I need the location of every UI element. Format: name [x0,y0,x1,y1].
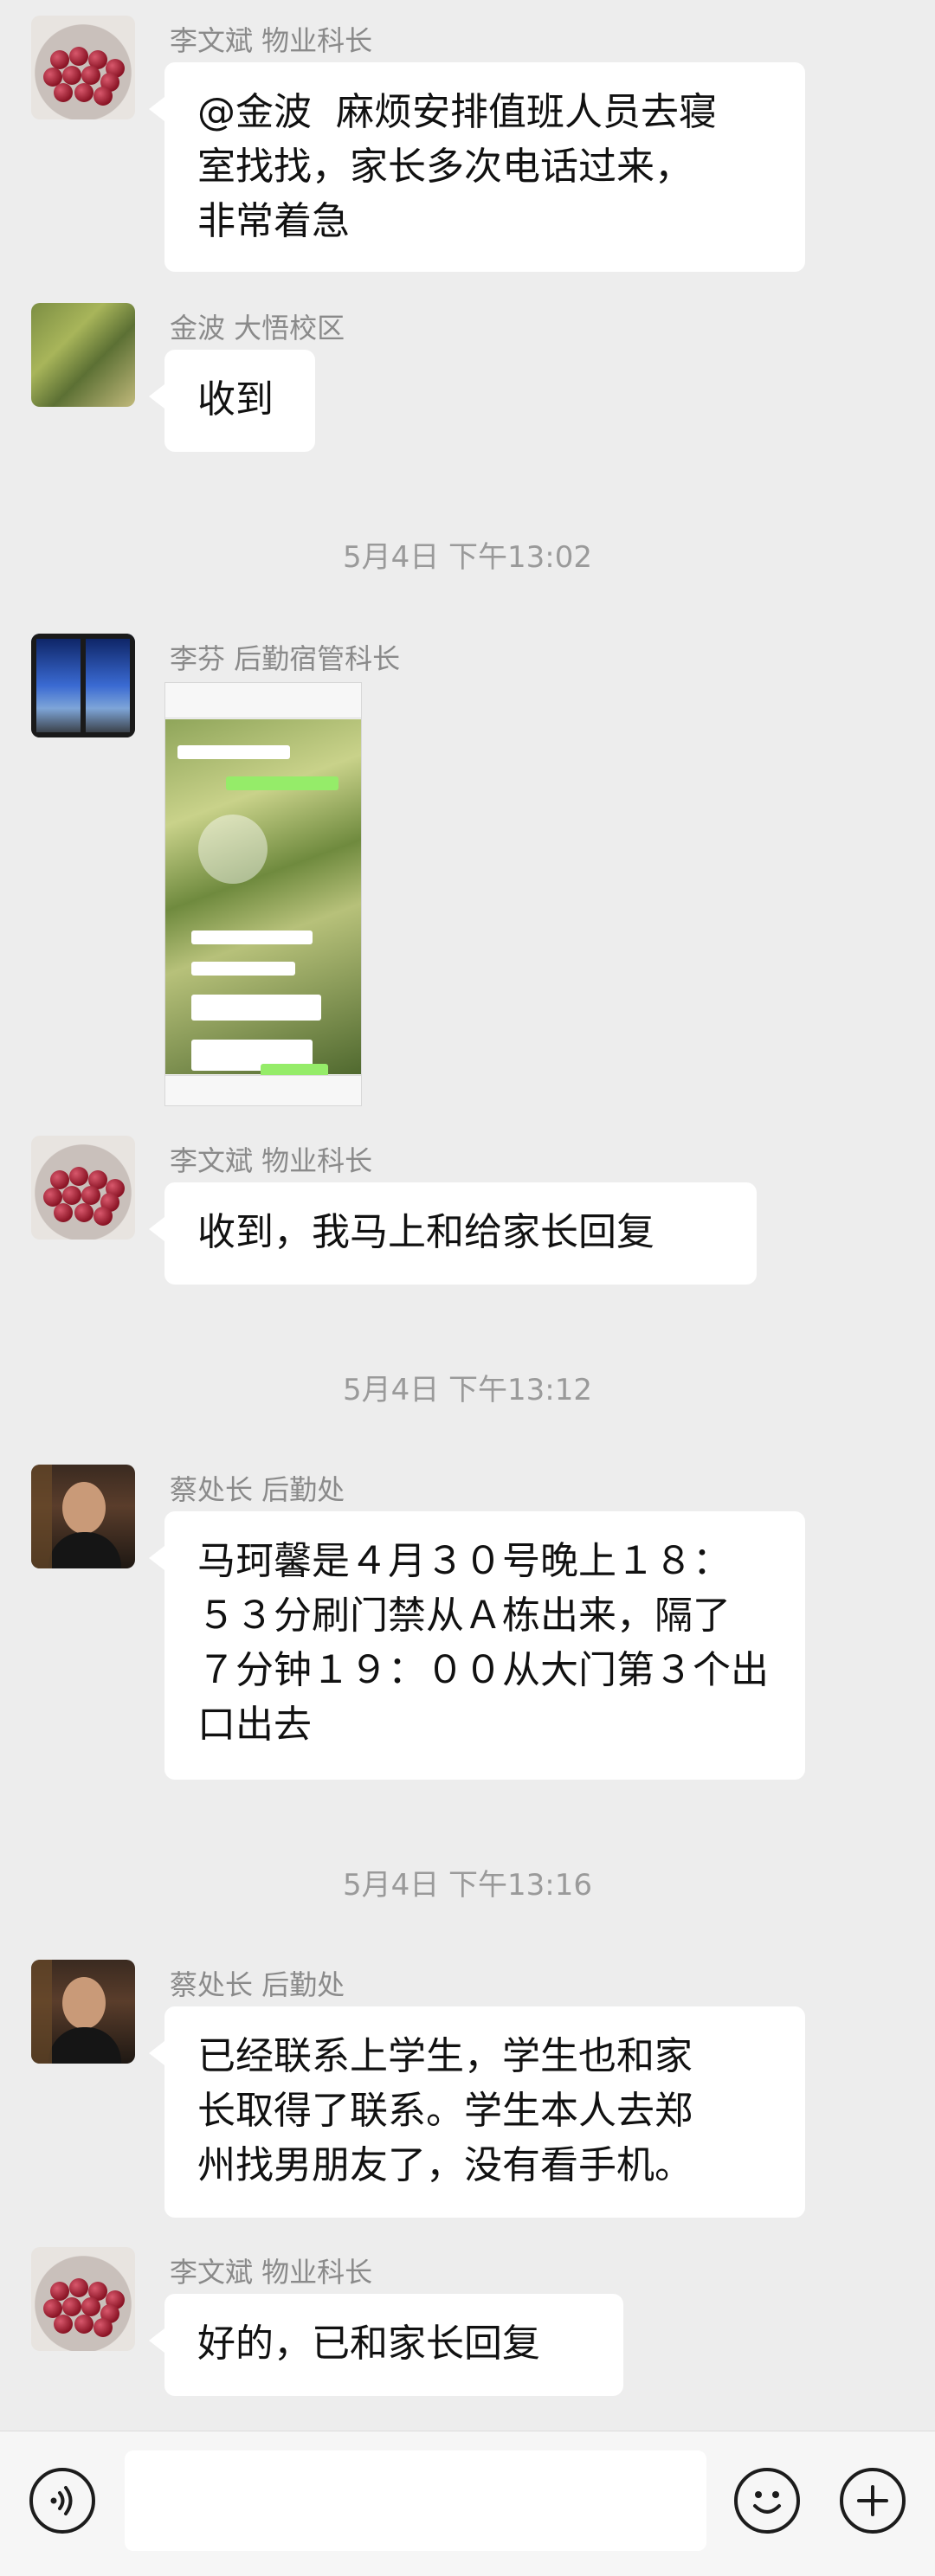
message-input[interactable] [125,2450,706,2551]
message-bubble[interactable]: 好的，已和家长回复 [149,2294,623,2396]
message-text: 已经联系上学生，学生也和家 长取得了联系。学生本人去郑 州找男朋友了，没有看手机… [197,2034,693,2187]
sender-name: 金波 大悟校区 [170,312,345,345]
timestamp: 5月4日 下午13:12 [342,1373,593,1407]
green-plant-avatar-icon[interactable] [31,303,135,407]
sender-name: 蔡处长 后勤处 [170,1473,345,1506]
timestamp: 5月4日 下午13:16 [342,1868,593,1903]
message-text: 马珂馨是４月３０号晚上１８： ５３分刷门禁从Ａ栋出来，隔了 ７分钟１９：００从大… [197,1539,769,1747]
red-dates-avatar-icon[interactable] [31,16,135,119]
voice-icon[interactable] [29,2468,95,2534]
message-text: @金波 麻烦安排值班人员去寝 室找找，家长多次电话过来， 非常着急 [197,90,717,243]
man-avatar-icon[interactable] [31,1465,135,1568]
sender-name: 李文斌 物业科长 [170,1144,373,1177]
add-icon[interactable] [840,2468,906,2534]
message-text: 好的，已和家长回复 [197,2322,540,2366]
message-text: 收到 [197,377,274,422]
sender-name: 李芬 后勤宿管科长 [170,642,401,675]
message-bubble[interactable]: 收到 [149,350,315,452]
sender-name: 李文斌 物业科长 [170,24,373,57]
screenshot-chat-preview [165,719,361,1074]
red-dates-avatar-icon[interactable] [31,1136,135,1240]
emoji-icon[interactable] [734,2468,800,2534]
sender-name: 蔡处长 后勤处 [170,1968,345,2001]
message-bubble[interactable]: 已经联系上学生，学生也和家 长取得了联系。学生本人去郑 州找男朋友了，没有看手机… [149,2006,805,2218]
message-bubble[interactable]: 收到，我马上和给家长回复 [149,1182,757,1285]
red-dates-avatar-icon[interactable] [31,2247,135,2351]
message-text: 收到，我马上和给家长回复 [197,1210,654,1254]
timestamp: 5月4日 下午13:02 [342,540,593,575]
screenshot-header [165,683,361,718]
screenshot-input-bar [165,1075,361,1105]
man-avatar-icon[interactable] [31,1960,135,2064]
screenshot-image[interactable] [164,682,362,1106]
input-bar [0,2431,935,2576]
message-bubble[interactable]: 马珂馨是４月３０号晚上１８： ５３分刷门禁从Ａ栋出来，隔了 ７分钟１９：００从大… [149,1511,805,1780]
sender-name: 李文斌 物业科长 [170,2256,373,2289]
window-view-avatar-icon[interactable] [31,634,135,737]
message-bubble[interactable]: @金波 麻烦安排值班人员去寝 室找找，家长多次电话过来， 非常着急 [149,62,805,272]
